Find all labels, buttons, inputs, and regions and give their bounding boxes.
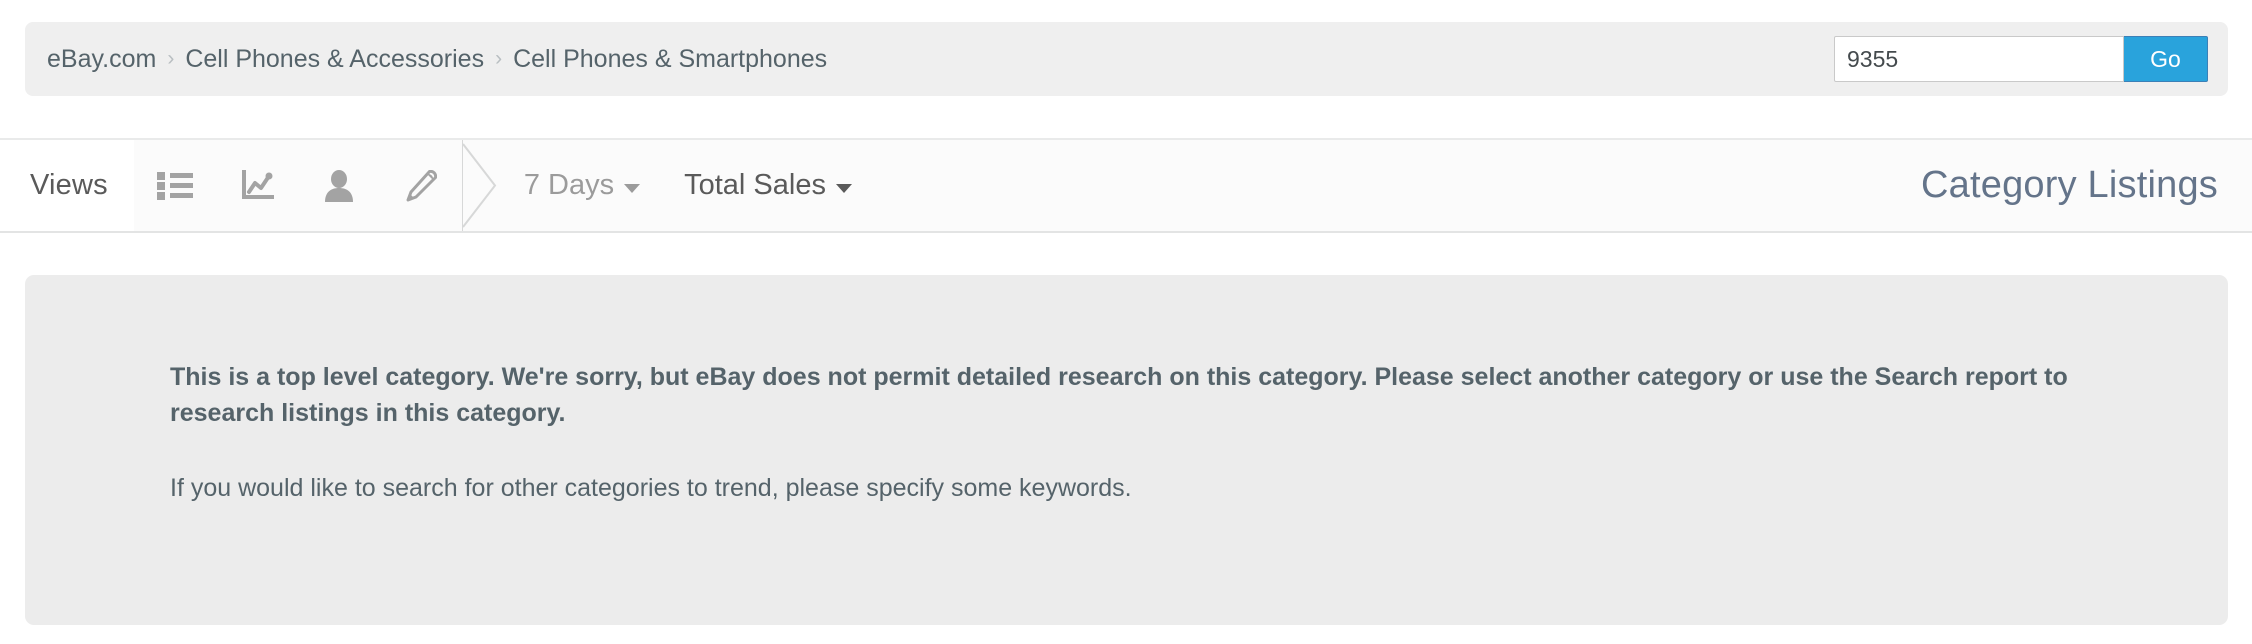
breadcrumb-item-cell-phones-smartphones[interactable]: Cell Phones & Smartphones [513, 45, 827, 74]
toolbar-chevron-separator [461, 140, 502, 231]
breadcrumb: eBay.com › Cell Phones & Accessories › C… [47, 22, 827, 96]
breadcrumb-item-cell-phones-accessories[interactable]: Cell Phones & Accessories [185, 45, 484, 74]
search-input[interactable] [1834, 36, 2124, 82]
breadcrumb-separator-icon: › [167, 46, 175, 70]
panel-message-secondary: If you would like to search for other ca… [170, 474, 1132, 502]
view-toolbar: Views 7 Days Total Sales Category Listin… [0, 138, 2252, 233]
date-range-dropdown[interactable]: 7 Days [501, 140, 663, 231]
breadcrumb-item-ebay[interactable]: eBay.com [47, 45, 156, 74]
seller-view-icon [324, 169, 354, 202]
search-go-button[interactable]: Go [2124, 36, 2208, 82]
chart-view-icon [240, 169, 274, 202]
message-panel: This is a top level category. We're sorr… [25, 275, 2228, 625]
chart-view-icon-button[interactable] [216, 140, 298, 231]
chevron-down-icon [835, 184, 852, 193]
list-view-icon-button[interactable] [134, 140, 216, 231]
list-view-icon [156, 171, 193, 201]
breadcrumb-separator-icon: › [495, 46, 503, 70]
view-icon-group [133, 140, 462, 231]
seller-view-icon-button[interactable] [298, 140, 380, 231]
metric-dropdown[interactable]: Total Sales [662, 140, 874, 231]
chevron-down-icon [624, 184, 641, 193]
edit-view-icon [405, 169, 437, 202]
date-range-label: 7 Days [523, 169, 615, 201]
chevron-right-icon [462, 143, 497, 228]
top-bar: eBay.com › Cell Phones & Accessories › C… [25, 22, 2228, 96]
report-title: Category Listings [1921, 140, 2252, 231]
search-area: Go [1834, 22, 2208, 96]
metric-label: Total Sales [684, 169, 826, 201]
edit-view-icon-button[interactable] [380, 140, 462, 231]
toolbar-spacer [873, 140, 1921, 231]
panel-message-primary: This is a top level category. We're sorr… [170, 363, 2068, 427]
views-label: Views [0, 140, 134, 231]
